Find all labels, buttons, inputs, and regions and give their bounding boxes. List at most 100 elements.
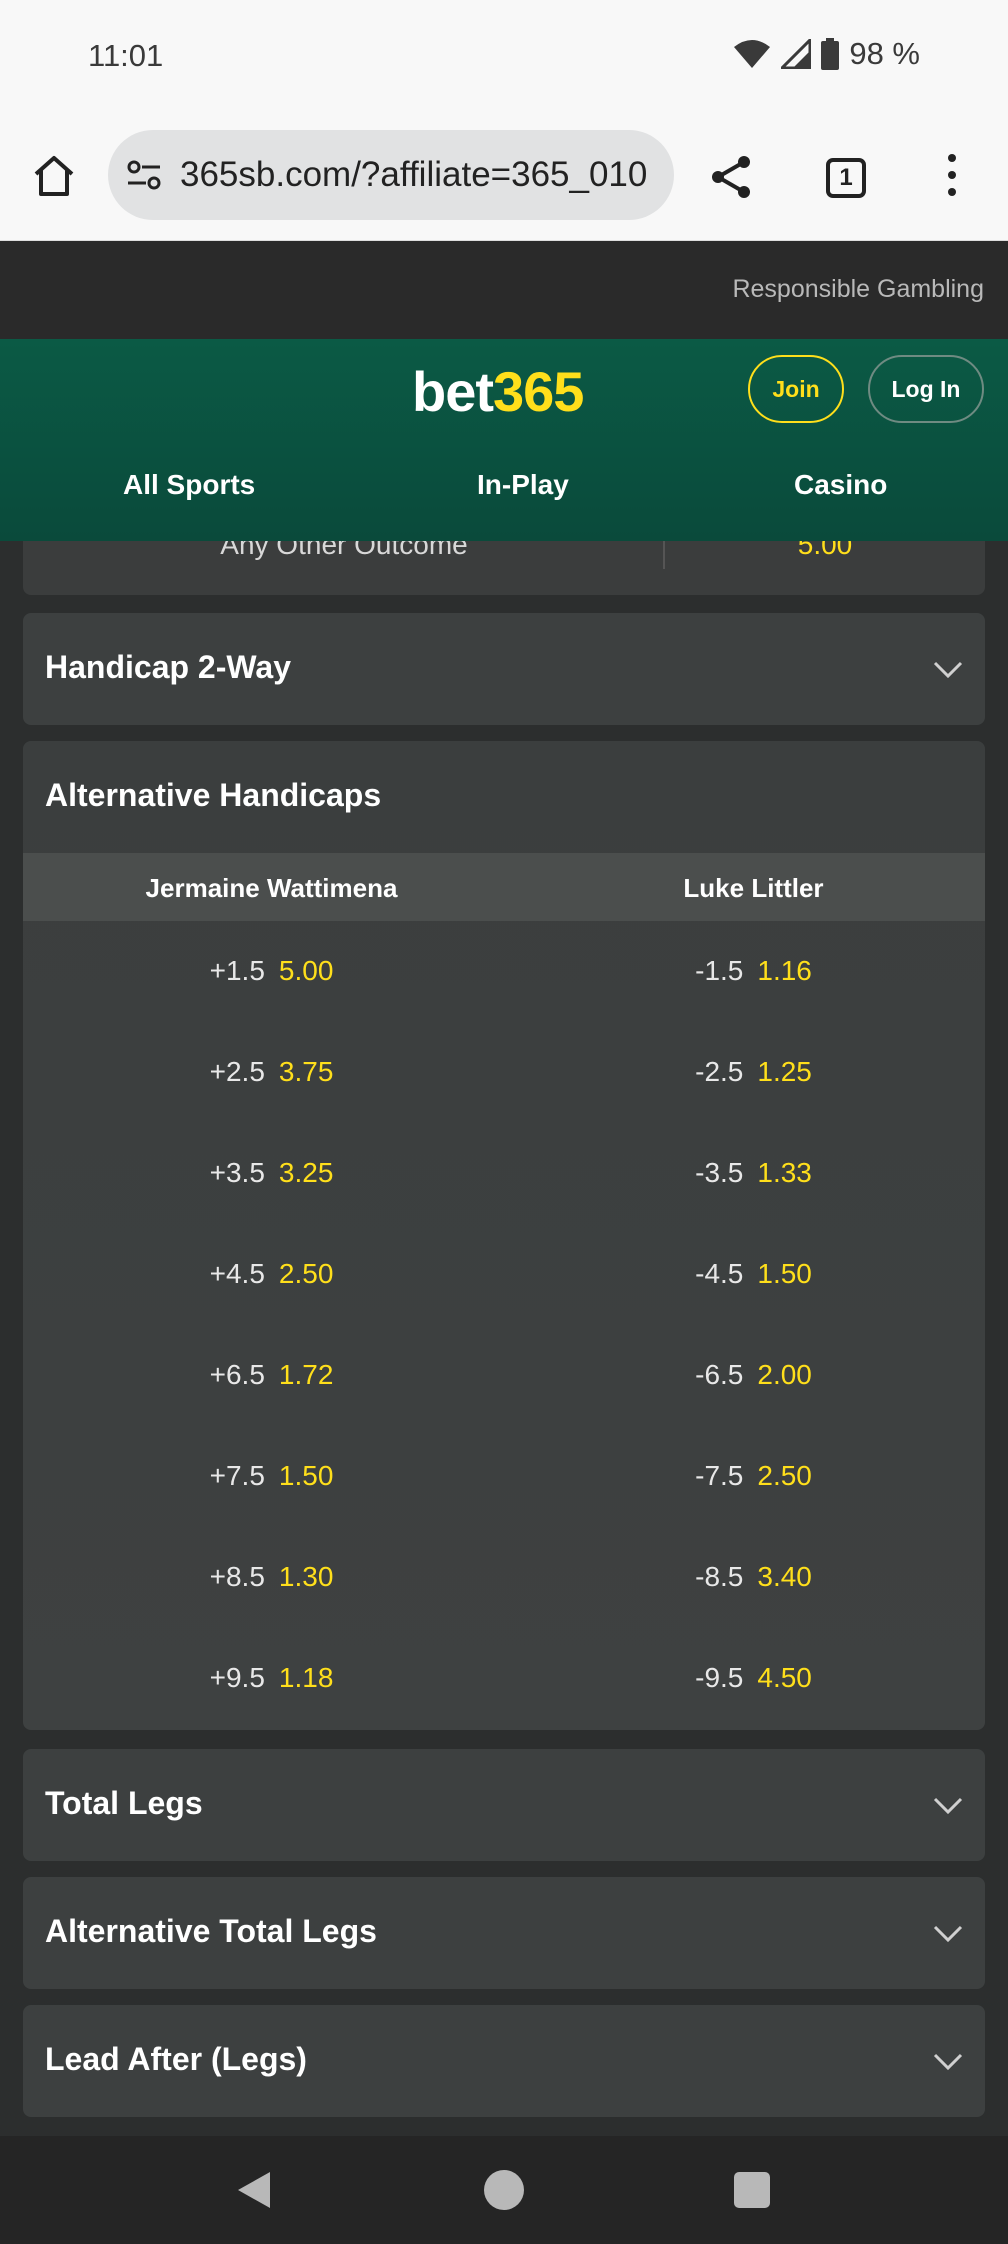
handicap-value: +4.5: [209, 1258, 265, 1289]
handicap-row: +8.5 1.30 -8.5 3.40: [23, 1527, 985, 1627]
column-header: Jermaine Wattimena Luke Littler: [23, 853, 985, 921]
handicap-row: +4.5 2.50 -4.5 1.50: [23, 1224, 985, 1324]
player1-selection[interactable]: +3.5 3.25: [31, 1123, 512, 1223]
join-button[interactable]: Join: [748, 355, 844, 423]
odds-value: 2.50: [278, 1258, 334, 1289]
more-vert-icon[interactable]: [944, 154, 960, 200]
responsible-gambling-link[interactable]: Responsible Gambling: [732, 275, 984, 304]
battery-icon: [821, 38, 840, 70]
handicap-value: +3.5: [209, 1157, 265, 1188]
odds-value: 1.18: [278, 1662, 334, 1693]
chevron-down-icon: [933, 1797, 963, 1815]
handicap-value: -2.5: [695, 1056, 744, 1087]
site-header: bet365 Join Log In All Sports In-Play Ca…: [0, 339, 1008, 541]
handicap-value: +8.5: [209, 1561, 265, 1592]
odds-value: 3.75: [278, 1056, 334, 1087]
odds-value: 1.25: [757, 1056, 812, 1087]
player2-selection[interactable]: -8.5 3.40: [513, 1527, 994, 1627]
player2-selection[interactable]: -3.5 1.33: [513, 1123, 994, 1223]
market-total-legs[interactable]: Total Legs: [23, 1749, 985, 1861]
home-icon[interactable]: [30, 152, 78, 200]
status-time: 11:01: [88, 38, 164, 73]
back-icon[interactable]: [234, 2170, 274, 2210]
market-title[interactable]: Alternative Handicaps: [45, 777, 381, 814]
handicap-row: +7.5 1.50 -7.5 2.50: [23, 1426, 985, 1526]
site-settings-icon[interactable]: [126, 157, 162, 193]
handicap-row: +2.5 3.75 -2.5 1.25: [23, 1022, 985, 1122]
handicap-value: +2.5: [209, 1056, 265, 1087]
browser-toolbar: 365sb.com/?affiliate=365_010 1: [0, 116, 1008, 241]
player2-selection[interactable]: -7.5 2.50: [513, 1426, 994, 1526]
handicap-value: -7.5: [695, 1460, 744, 1491]
bet365-logo[interactable]: bet365: [412, 359, 584, 424]
nav-in-play[interactable]: In-Play: [477, 469, 569, 501]
handicap-row: +6.5 1.72 -6.5 2.00: [23, 1325, 985, 1425]
recents-icon[interactable]: [734, 2172, 770, 2208]
odds-value: 1.50: [278, 1460, 334, 1491]
system-nav-bar: [0, 2136, 1008, 2244]
handicap-value: +7.5: [209, 1460, 265, 1491]
handicap-row: +1.5 5.00 -1.5 1.16: [23, 921, 985, 1021]
odds-value: 1.72: [278, 1359, 334, 1390]
market-title: Total Legs: [45, 1785, 203, 1821]
status-bar: 11:01 98 %: [0, 0, 1008, 116]
market-lead-after-legs[interactable]: Lead After (Legs): [23, 2005, 985, 2117]
market-handicap-2-way[interactable]: Handicap 2-Way: [23, 613, 985, 725]
login-button[interactable]: Log In: [868, 355, 984, 423]
wifi-icon: [734, 40, 771, 68]
market-list[interactable]: Any Other Outcome 5.00 Handicap 2-Way Al…: [0, 541, 1008, 2136]
player2-selection[interactable]: -9.5 4.50: [513, 1628, 994, 1728]
handicap-value: +6.5: [209, 1359, 265, 1390]
odds-value: 3.40: [757, 1561, 812, 1592]
chevron-down-icon: [933, 1925, 963, 1943]
player2-selection[interactable]: -4.5 1.50: [513, 1224, 994, 1324]
handicap-value: -6.5: [695, 1359, 744, 1390]
player2-selection[interactable]: -1.5 1.16: [513, 921, 994, 1021]
odds-value: 1.30: [278, 1561, 334, 1592]
handicap-row: +9.5 1.18 -9.5 4.50: [23, 1628, 985, 1728]
odds-value: 4.50: [757, 1662, 812, 1693]
odds-value: 5.00: [278, 955, 334, 986]
status-icons: 98 %: [733, 36, 920, 72]
handicap-value: -3.5: [695, 1157, 744, 1188]
market-title: Alternative Total Legs: [45, 1913, 377, 1949]
signal-icon: [781, 39, 812, 69]
player1-selection[interactable]: +7.5 1.50: [31, 1426, 512, 1526]
market-title: Handicap 2-Way: [45, 649, 291, 685]
tabs-icon[interactable]: 1: [826, 158, 866, 198]
chevron-down-icon: [933, 661, 963, 679]
handicap-value: +1.5: [209, 955, 265, 986]
player1-selection[interactable]: +2.5 3.75: [31, 1022, 512, 1122]
handicap-value: -4.5: [695, 1258, 744, 1289]
handicap-value: -8.5: [695, 1561, 744, 1592]
player1-selection[interactable]: +1.5 5.00: [31, 921, 512, 1021]
market-title: Lead After (Legs): [45, 2041, 307, 2077]
player2-selection[interactable]: -2.5 1.25: [513, 1022, 994, 1122]
partial-market-row: Any Other Outcome 5.00: [23, 541, 985, 595]
address-bar[interactable]: 365sb.com/?affiliate=365_010: [108, 130, 674, 220]
odds-value: 1.50: [757, 1258, 812, 1289]
share-icon[interactable]: [708, 154, 754, 200]
handicap-value: -1.5: [695, 955, 744, 986]
home-button-icon[interactable]: [484, 2170, 524, 2210]
outcome-label: Any Other Outcome: [220, 541, 468, 560]
market-alternative-handicaps: Alternative Handicaps Jermaine Wattimena…: [23, 741, 985, 1730]
player2-header: Luke Littler: [683, 873, 824, 903]
battery-percent: 98 %: [849, 36, 920, 71]
odds-value: 1.33: [757, 1157, 812, 1188]
market-alternative-total-legs[interactable]: Alternative Total Legs: [23, 1877, 985, 1989]
player1-selection[interactable]: +8.5 1.30: [31, 1527, 512, 1627]
top-strip: Responsible Gambling: [0, 241, 1008, 339]
main-nav: All Sports In-Play Casino: [0, 469, 1008, 519]
handicap-row: +3.5 3.25 -3.5 1.33: [23, 1123, 985, 1223]
outcome-odds[interactable]: 5.00: [665, 541, 985, 561]
nav-all-sports[interactable]: All Sports: [123, 469, 255, 501]
odds-value: 2.50: [757, 1460, 812, 1491]
player1-selection[interactable]: +9.5 1.18: [31, 1628, 512, 1728]
odds-value: 1.16: [757, 955, 812, 986]
player1-selection[interactable]: +6.5 1.72: [31, 1325, 512, 1425]
nav-casino[interactable]: Casino: [794, 469, 887, 501]
url-text[interactable]: 365sb.com/?affiliate=365_010: [180, 155, 660, 195]
player2-selection[interactable]: -6.5 2.00: [513, 1325, 994, 1425]
player1-selection[interactable]: +4.5 2.50: [31, 1224, 512, 1324]
